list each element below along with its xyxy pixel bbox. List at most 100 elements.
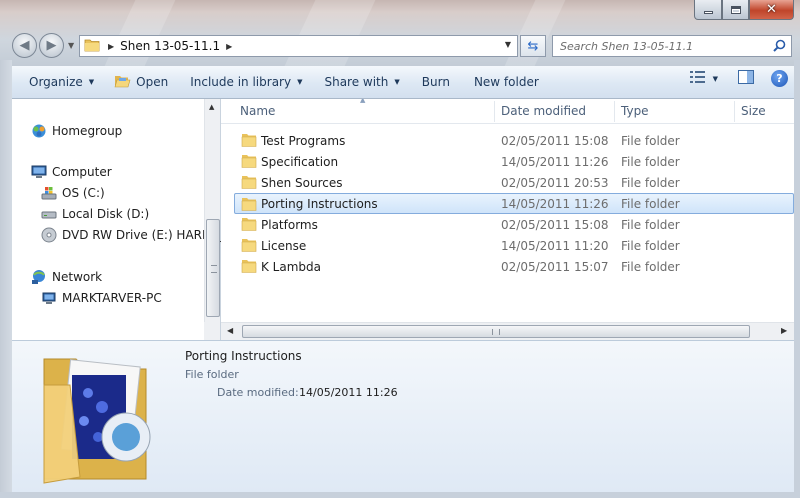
minimize-button[interactable] xyxy=(694,0,722,20)
column-header: ▲ Name Date modified Type Size xyxy=(221,99,794,124)
nav-homegroup[interactable]: Homegroup xyxy=(31,122,122,140)
column-size[interactable]: Size xyxy=(741,104,766,118)
folder-icon xyxy=(241,238,257,255)
open-label: Open xyxy=(136,75,169,89)
file-date: 14/05/2011 11:20 xyxy=(501,238,609,253)
file-name: K Lambda xyxy=(261,259,321,274)
column-divider[interactable] xyxy=(614,101,615,122)
nav-network-pc[interactable]: MARKTARVER-PC xyxy=(41,289,162,307)
details-pane: Porting Instructions File folder Date mo… xyxy=(12,340,794,492)
search-icon[interactable] xyxy=(773,39,786,56)
nav-network-label: Network xyxy=(52,270,103,284)
chevron-down-icon[interactable]: ▼ xyxy=(713,75,718,83)
search-box[interactable] xyxy=(552,35,792,57)
file-date: 02/05/2011 15:08 xyxy=(501,217,609,232)
open-folder-icon xyxy=(114,74,131,91)
column-divider[interactable] xyxy=(734,101,735,122)
file-row-selected[interactable]: Porting Instructions 14/05/2011 11:26 Fi… xyxy=(234,193,794,214)
nav-network[interactable]: Network xyxy=(31,268,102,286)
file-type: File folder xyxy=(621,133,680,148)
preview-pane-icon xyxy=(738,70,754,87)
file-type: File folder xyxy=(621,217,680,232)
scrollbar-thumb[interactable] xyxy=(242,325,750,338)
chevron-down-icon: ▼ xyxy=(88,78,95,86)
search-input[interactable] xyxy=(560,39,760,53)
share-with-button[interactable]: Share with ▼ xyxy=(316,70,407,94)
refresh-button[interactable]: ⇆ xyxy=(520,35,546,57)
scrollbar-corner xyxy=(204,322,220,340)
file-list-horizontal-scrollbar[interactable]: ◀ ▶ xyxy=(221,322,794,340)
file-row[interactable]: Shen Sources 02/05/2011 20:53 File folde… xyxy=(235,172,794,193)
folder-icon xyxy=(241,154,257,171)
caption-buttons: ✕ xyxy=(694,0,794,20)
file-row[interactable]: Specification 14/05/2011 11:26 File fold… xyxy=(235,151,794,172)
scrollbar-thumb[interactable] xyxy=(206,219,220,317)
details-date-value: 14/05/2011 11:26 xyxy=(299,386,398,399)
address-bar[interactable]: ▶ Shen 13-05-11.1 ▶ ▼ xyxy=(79,35,518,57)
include-in-library-label: Include in library xyxy=(190,75,292,89)
file-row[interactable]: K Lambda 02/05/2011 15:07 File folder xyxy=(235,256,794,277)
nav-computer[interactable]: Computer xyxy=(31,163,112,181)
grip-icon xyxy=(492,329,500,335)
nav-computer-label: Computer xyxy=(52,165,112,179)
details-view-icon xyxy=(689,71,706,86)
address-dropdown-icon[interactable]: ▼ xyxy=(505,40,511,49)
maximize-button[interactable] xyxy=(722,0,749,20)
chevron-down-icon: ▼ xyxy=(297,78,303,86)
nav-drive-c[interactable]: OS (C:) xyxy=(41,184,105,202)
share-with-label: Share with xyxy=(324,75,389,89)
nav-network-pc-label: MARKTARVER-PC xyxy=(62,291,162,305)
scroll-right-icon[interactable]: ▶ xyxy=(781,326,787,335)
computer-icon xyxy=(31,164,47,180)
navigation-pane: Homegroup Computer OS (C:) Local Disk (D… xyxy=(12,99,223,340)
organize-button[interactable]: Organize ▼ xyxy=(21,70,102,94)
breadcrumb-arrow-icon[interactable]: ▶ xyxy=(226,42,232,51)
nav-drive-e[interactable]: DVD RW Drive (E:) HARRY_ xyxy=(41,226,223,244)
folder-icon xyxy=(84,38,100,55)
back-arrow-icon: ◀ xyxy=(19,38,30,53)
scroll-up-icon[interactable]: ▲ xyxy=(209,103,214,111)
file-date: 02/05/2011 15:08 xyxy=(501,133,609,148)
computer-icon xyxy=(41,290,57,306)
file-name: Test Programs xyxy=(261,133,346,148)
close-icon: ✕ xyxy=(766,2,777,17)
command-bar: Organize ▼ Open Include in library ▼ Share… xyxy=(12,66,794,99)
open-button[interactable]: Open xyxy=(106,70,176,94)
new-folder-button[interactable]: New folder xyxy=(466,70,547,94)
scroll-left-icon[interactable]: ◀ xyxy=(227,326,233,335)
include-in-library-button[interactable]: Include in library ▼ xyxy=(182,70,310,94)
column-date-modified[interactable]: Date modified xyxy=(501,104,586,118)
close-button[interactable]: ✕ xyxy=(749,0,794,20)
breadcrumb-arrow-icon[interactable]: ▶ xyxy=(108,42,114,51)
window-left-border xyxy=(0,60,12,498)
burn-button[interactable]: Burn xyxy=(414,70,458,94)
breadcrumb-current[interactable]: Shen 13-05-11.1 xyxy=(120,39,220,53)
file-row[interactable]: Test Programs 02/05/2011 15:08 File fold… xyxy=(235,130,794,151)
change-view-button[interactable]: ▼ xyxy=(689,71,718,86)
column-divider[interactable] xyxy=(494,101,495,122)
recent-pages-dropdown[interactable]: ▼ xyxy=(68,41,74,50)
preview-pane-button[interactable] xyxy=(738,70,754,87)
file-type: File folder xyxy=(621,259,680,274)
forward-button[interactable]: ▶ xyxy=(39,33,64,58)
file-row[interactable]: License 14/05/2011 11:20 File folder xyxy=(235,235,794,256)
forward-arrow-icon: ▶ xyxy=(46,38,57,53)
column-type[interactable]: Type xyxy=(621,104,649,118)
file-row[interactable]: Platforms 02/05/2011 15:08 File folder xyxy=(235,214,794,235)
file-name: Porting Instructions xyxy=(261,196,378,211)
column-name[interactable]: Name xyxy=(240,104,275,118)
file-name: Platforms xyxy=(261,217,318,232)
back-button[interactable]: ◀ xyxy=(12,33,37,58)
new-folder-label: New folder xyxy=(473,75,539,89)
minimize-icon xyxy=(703,10,713,14)
file-list: ▲ Name Date modified Type Size Test Prog… xyxy=(221,99,794,340)
help-button[interactable]: ? xyxy=(771,70,788,87)
nav-drive-d[interactable]: Local Disk (D:) xyxy=(41,205,149,223)
maximize-icon xyxy=(730,5,741,14)
file-type: File folder xyxy=(621,196,680,211)
view-controls: ▼ ? xyxy=(682,70,788,87)
details-date-label: Date modified: xyxy=(217,386,299,399)
sort-indicator-icon: ▲ xyxy=(360,99,366,104)
navigation-scrollbar[interactable]: ▲ ▼ xyxy=(204,99,220,340)
file-name: Shen Sources xyxy=(261,175,343,190)
